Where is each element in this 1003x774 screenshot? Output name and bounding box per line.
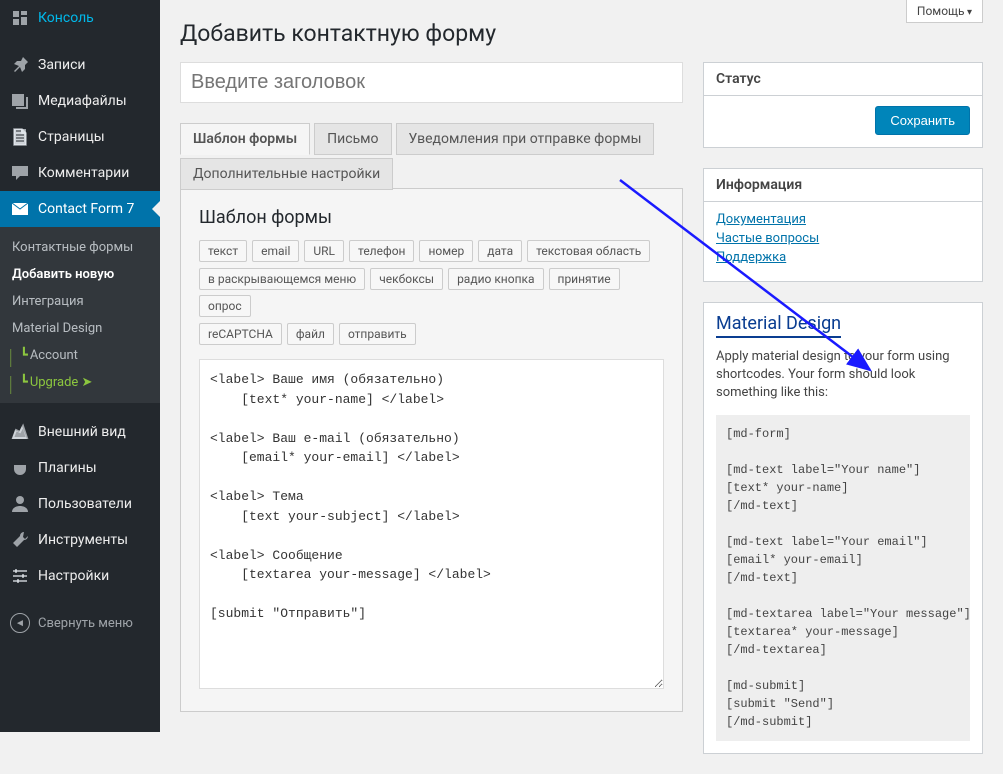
- md-title: Material Design: [716, 313, 841, 338]
- sidebar-item-media[interactable]: Медиафайлы: [0, 83, 160, 119]
- sidebar-item-tools[interactable]: Инструменты: [0, 522, 160, 558]
- info-metabox: Информация Документация Частые вопросы П…: [703, 168, 983, 282]
- sidebar-submenu: Контактные формы Добавить новую Интеграц…: [0, 227, 160, 403]
- sidebar-item-pages[interactable]: Страницы: [0, 119, 160, 155]
- tag-textarea[interactable]: текстовая область: [527, 240, 650, 262]
- tag-quiz[interactable]: опрос: [199, 295, 251, 317]
- form-title-input[interactable]: [180, 62, 683, 103]
- settings-icon: [10, 566, 30, 586]
- sidebar-item-dashboard[interactable]: Консоль: [0, 0, 160, 36]
- panel-tabs-row2: Дополнительные настройки: [180, 158, 683, 189]
- save-button[interactable]: Сохранить: [875, 106, 970, 135]
- plugin-icon: [10, 458, 30, 478]
- submenu-account[interactable]: ┗Account: [0, 342, 160, 369]
- page-title: Добавить контактную форму: [180, 20, 983, 47]
- status-metabox: Статус Сохранить: [703, 62, 983, 148]
- link-documentation[interactable]: Документация: [716, 212, 970, 227]
- tools-icon: [10, 530, 30, 550]
- dashboard-icon: [10, 8, 30, 28]
- tag-checkbox[interactable]: чекбоксы: [370, 268, 443, 290]
- sidebar-item-comments[interactable]: Комментарии: [0, 155, 160, 191]
- tag-radio[interactable]: радио кнопка: [448, 268, 543, 290]
- tag-tel[interactable]: телефон: [349, 240, 414, 262]
- sidebar-collapse[interactable]: ◄Свернуть меню: [0, 605, 160, 641]
- tab-additional-settings[interactable]: Дополнительные настройки: [180, 158, 393, 190]
- pin-icon: [10, 55, 30, 75]
- tag-buttons-row1: текст email URL телефон номер дата текст…: [199, 240, 664, 262]
- tag-text[interactable]: текст: [199, 240, 247, 262]
- tab-mail[interactable]: Письмо: [314, 123, 391, 155]
- tag-submit[interactable]: отправить: [339, 323, 416, 345]
- submenu-add-new[interactable]: Добавить новую: [0, 261, 160, 288]
- submenu-integration[interactable]: Интеграция: [0, 288, 160, 315]
- tag-email[interactable]: email: [252, 240, 299, 262]
- submenu-upgrade[interactable]: ┗Upgrade ➤: [0, 369, 160, 396]
- sidebar-item-contact-form-7[interactable]: Contact Form 7: [0, 191, 160, 227]
- tag-number[interactable]: номер: [419, 240, 473, 262]
- link-faq[interactable]: Частые вопросы: [716, 231, 970, 246]
- tag-buttons-row2: в раскрывающемся меню чекбоксы радио кно…: [199, 268, 664, 317]
- md-description: Apply material design to your form using…: [716, 348, 970, 403]
- status-title: Статус: [704, 63, 982, 96]
- md-code-sample: [md-form] [md-text label="Your name"] [t…: [716, 415, 970, 741]
- submenu-contact-forms[interactable]: Контактные формы: [0, 234, 160, 261]
- tag-url[interactable]: URL: [304, 240, 344, 262]
- tag-recaptcha[interactable]: reCAPTCHA: [199, 323, 282, 345]
- tag-acceptance[interactable]: принятие: [549, 268, 620, 290]
- info-title: Информация: [704, 169, 982, 202]
- sidebar-item-appearance[interactable]: Внешний вид: [0, 414, 160, 450]
- tag-date[interactable]: дата: [478, 240, 522, 262]
- tag-buttons-row3: reCAPTCHA файл отправить: [199, 323, 664, 345]
- appearance-icon: [10, 422, 30, 442]
- tab-messages[interactable]: Уведомления при отправке формы: [396, 123, 655, 155]
- form-template-panel: Шаблон формы текст email URL телефон ном…: [180, 188, 683, 712]
- sidebar-item-plugins[interactable]: Плагины: [0, 450, 160, 486]
- media-icon: [10, 91, 30, 111]
- tag-file[interactable]: файл: [287, 323, 334, 345]
- sidebar-item-users[interactable]: Пользователи: [0, 486, 160, 522]
- sidebar-item-settings[interactable]: Настройки: [0, 558, 160, 594]
- help-tab[interactable]: Помощь: [906, 0, 983, 23]
- submenu-material-design[interactable]: Material Design: [0, 315, 160, 342]
- form-content-textarea[interactable]: [199, 359, 664, 689]
- material-design-metabox: Material Design Apply material design to…: [703, 302, 983, 754]
- collapse-icon: ◄: [10, 613, 30, 633]
- user-icon: [10, 494, 30, 514]
- panel-tabs: Шаблон формы Письмо Уведомления при отпр…: [180, 123, 683, 154]
- tag-select[interactable]: в раскрывающемся меню: [199, 268, 365, 290]
- sidebar-item-posts[interactable]: Записи: [0, 47, 160, 83]
- page-icon: [10, 127, 30, 147]
- link-support[interactable]: Поддержка: [716, 250, 970, 265]
- comment-icon: [10, 163, 30, 183]
- mail-icon: [10, 199, 30, 219]
- form-template-heading: Шаблон формы: [199, 207, 664, 228]
- tab-form-template[interactable]: Шаблон формы: [180, 123, 310, 155]
